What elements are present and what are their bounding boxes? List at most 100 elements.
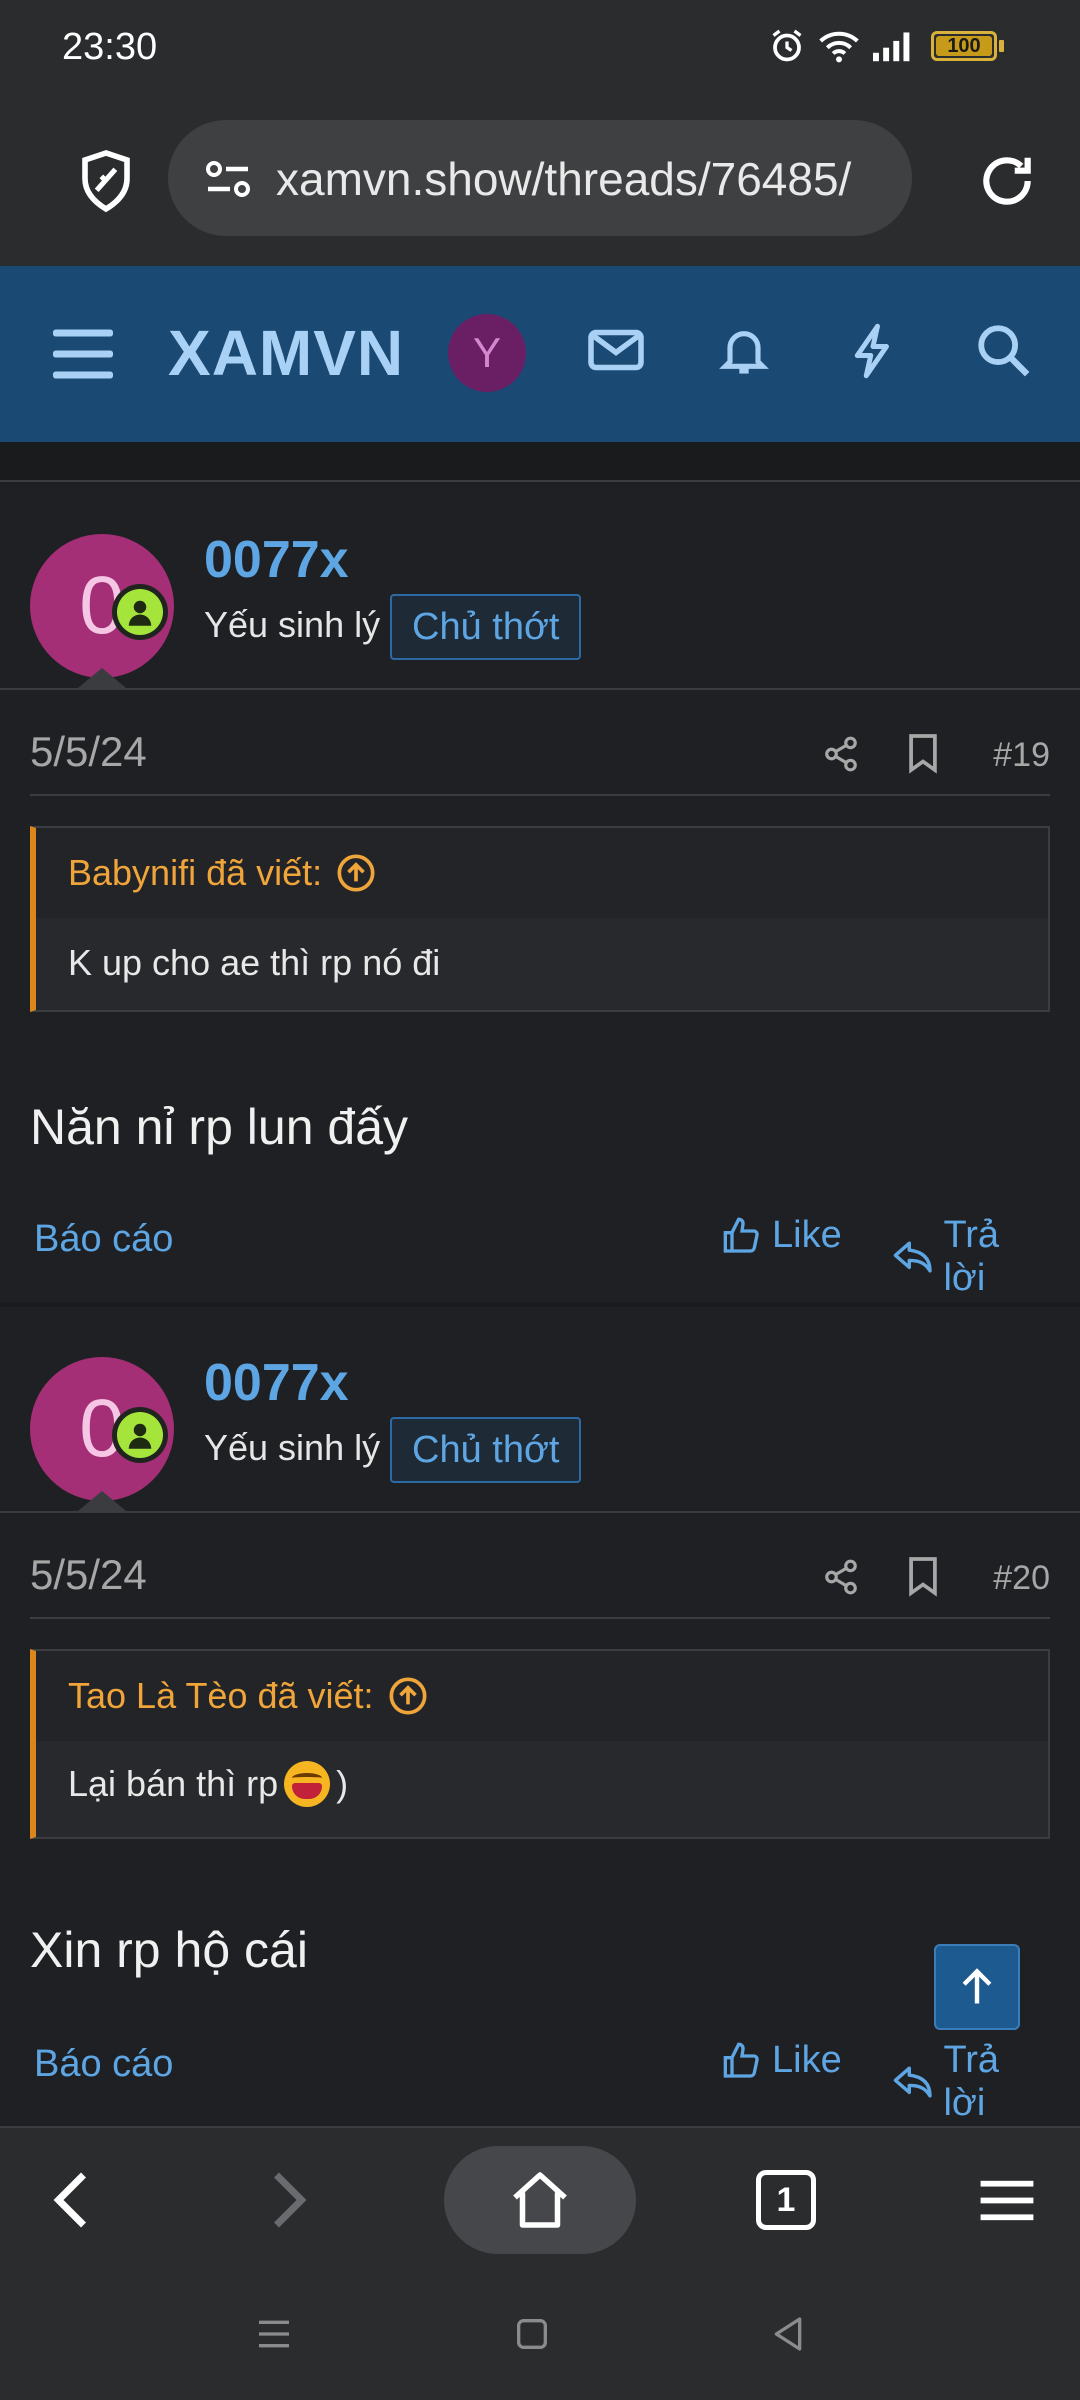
post-actions: Báo cáo Like Trả lời [30, 1210, 1050, 1299]
alarm-icon [772, 29, 802, 62]
arrow-circle-up-icon[interactable] [336, 853, 376, 893]
post: 0 0077x Yếu sinh lý Chủ thớt 5/5/24 #20 … [0, 1307, 1080, 2125]
username[interactable]: 0077x [204, 530, 349, 590]
reply-button[interactable]: Trả lời [892, 1214, 1050, 1300]
quote-body: K up cho ae thì rp nó đi [36, 918, 1048, 1010]
quote-text: Lại bán thì rp ) [68, 1761, 348, 1807]
laughing-emoji-icon [284, 1761, 331, 1807]
online-indicator [112, 1407, 168, 1463]
wifi-icon [819, 31, 859, 63]
quote-author-label[interactable]: Tao Là Tèo đã viết: [68, 1675, 374, 1717]
battery-level: 100 [947, 34, 981, 57]
user-title: Yếu sinh lý [204, 604, 381, 645]
bookmark-icon[interactable] [906, 1555, 940, 1597]
reply-label[interactable]: Trả lời [943, 1214, 1050, 1300]
share-icon[interactable] [822, 734, 860, 774]
post-body: Năn nỉ rp lun đấy [30, 1099, 409, 1155]
arrow-up-icon [962, 1968, 992, 2004]
quote-block: Babynifi đã viết: K up cho ae thì rp nó … [30, 826, 1050, 1012]
mail-icon[interactable] [586, 320, 646, 380]
url-bar[interactable]: xamvn.show/threads/76485/ [168, 120, 912, 236]
status-time: 23:30 [62, 26, 158, 68]
site-logo[interactable]: XAMVN [168, 316, 404, 390]
home-icon [513, 2172, 567, 2228]
like-label[interactable]: Like [772, 2039, 842, 2082]
post-actions: Báo cáo Like Trả lời [30, 2035, 1050, 2124]
reply-label[interactable]: Trả lời [943, 2039, 1050, 2125]
thumbs-up-icon [723, 2042, 759, 2078]
bell-icon[interactable] [716, 320, 772, 380]
site-info-icon[interactable] [204, 158, 252, 200]
post-body: Xin rp hộ cái [30, 1922, 308, 1978]
like-button[interactable]: Like [722, 2039, 842, 2082]
reload-icon[interactable] [976, 150, 1038, 212]
arrow-circle-up-icon[interactable] [388, 1676, 428, 1716]
quote-block: Tao Là Tèo đã viết: Lại bán thì rp ) [30, 1649, 1050, 1839]
quote-text-content: Lại bán thì rp [68, 1763, 279, 1804]
system-back-icon[interactable] [768, 2314, 808, 2354]
url-text[interactable]: xamvn.show/threads/76485/ [276, 152, 851, 206]
overflow-menu-icon[interactable] [978, 2176, 1036, 2224]
scroll-to-top-button[interactable] [934, 1944, 1020, 2030]
search-icon[interactable] [974, 320, 1032, 380]
divider [30, 794, 1050, 796]
like-label[interactable]: Like [772, 1214, 842, 1257]
system-navigation-bar [0, 2270, 1080, 2400]
post-date[interactable]: 5/5/24 [30, 728, 147, 776]
quote-author[interactable]: Babynifi đã viết: [68, 852, 376, 894]
post-meta: 5/5/24 #20 [30, 1547, 1050, 1609]
home-button[interactable] [444, 2146, 636, 2254]
forward-icon[interactable] [264, 2170, 314, 2230]
thumbs-up-icon [723, 1217, 759, 1253]
browser-bottom-bar: 1 [0, 2126, 1080, 2270]
post-number[interactable]: #20 [993, 1559, 1050, 1598]
report-link[interactable]: Báo cáo [34, 1218, 173, 1261]
reply-icon [893, 2066, 932, 2098]
site-header: XAMVN Y [0, 266, 1080, 442]
bolt-icon[interactable] [846, 320, 900, 382]
quote-header: Tao Là Tèo đã viết: [36, 1651, 1048, 1741]
like-button[interactable]: Like [722, 1214, 842, 1257]
username[interactable]: 0077x [204, 1353, 349, 1413]
post-number[interactable]: #19 [993, 736, 1050, 775]
status-icons: 100 [769, 28, 1004, 64]
user-block-pointer [78, 668, 126, 688]
menu-icon[interactable] [50, 324, 116, 384]
recents-icon[interactable] [254, 2314, 294, 2354]
quote-author-label[interactable]: Babynifi đã viết: [68, 852, 322, 894]
reply-icon [893, 1241, 932, 1273]
post-date[interactable]: 5/5/24 [30, 1551, 147, 1599]
thread-starter-badge: Chủ thớt [390, 1417, 582, 1483]
share-icon[interactable] [822, 1557, 860, 1597]
divider [0, 1511, 1080, 1513]
signal-icon [873, 32, 910, 62]
user-block-pointer [78, 1491, 126, 1511]
quote-header: Babynifi đã viết: [36, 828, 1048, 918]
thread-starter-badge: Chủ thớt [390, 594, 582, 660]
shield-icon[interactable] [78, 148, 134, 214]
browser-toolbar: xamvn.show/threads/76485/ [0, 96, 1080, 266]
user-title: Yếu sinh lý [204, 1427, 381, 1468]
quote-author[interactable]: Tao Là Tèo đã viết: [68, 1675, 428, 1717]
quote-body: Lại bán thì rp ) [36, 1741, 1048, 1837]
online-indicator [112, 584, 168, 640]
user-icon [128, 600, 152, 626]
post-meta: 5/5/24 #19 [30, 724, 1050, 786]
account-avatar[interactable]: Y [448, 314, 526, 392]
bookmark-icon[interactable] [906, 732, 940, 774]
header-spacer [0, 442, 1080, 482]
back-icon[interactable] [46, 2170, 96, 2230]
tabs-button[interactable]: 1 [756, 2170, 816, 2230]
post: 0 0077x Yếu sinh lý Chủ thớt 5/5/24 #19 … [0, 484, 1080, 1302]
divider [30, 1617, 1050, 1619]
home-square-icon[interactable] [512, 2314, 552, 2354]
status-bar: 23:30 100 [0, 0, 1080, 96]
quote-text-content: K up cho ae thì rp nó đi [68, 942, 441, 983]
reply-button[interactable]: Trả lời [892, 2039, 1050, 2125]
quote-text-suffix: ) [336, 1763, 349, 1804]
report-link[interactable]: Báo cáo [34, 2043, 173, 2086]
post-user-block: 0 0077x Yếu sinh lý Chủ thớt [0, 1307, 1080, 1511]
divider [0, 688, 1080, 690]
post-user-block: 0 0077x Yếu sinh lý Chủ thớt [0, 484, 1080, 688]
divider [0, 480, 1080, 482]
